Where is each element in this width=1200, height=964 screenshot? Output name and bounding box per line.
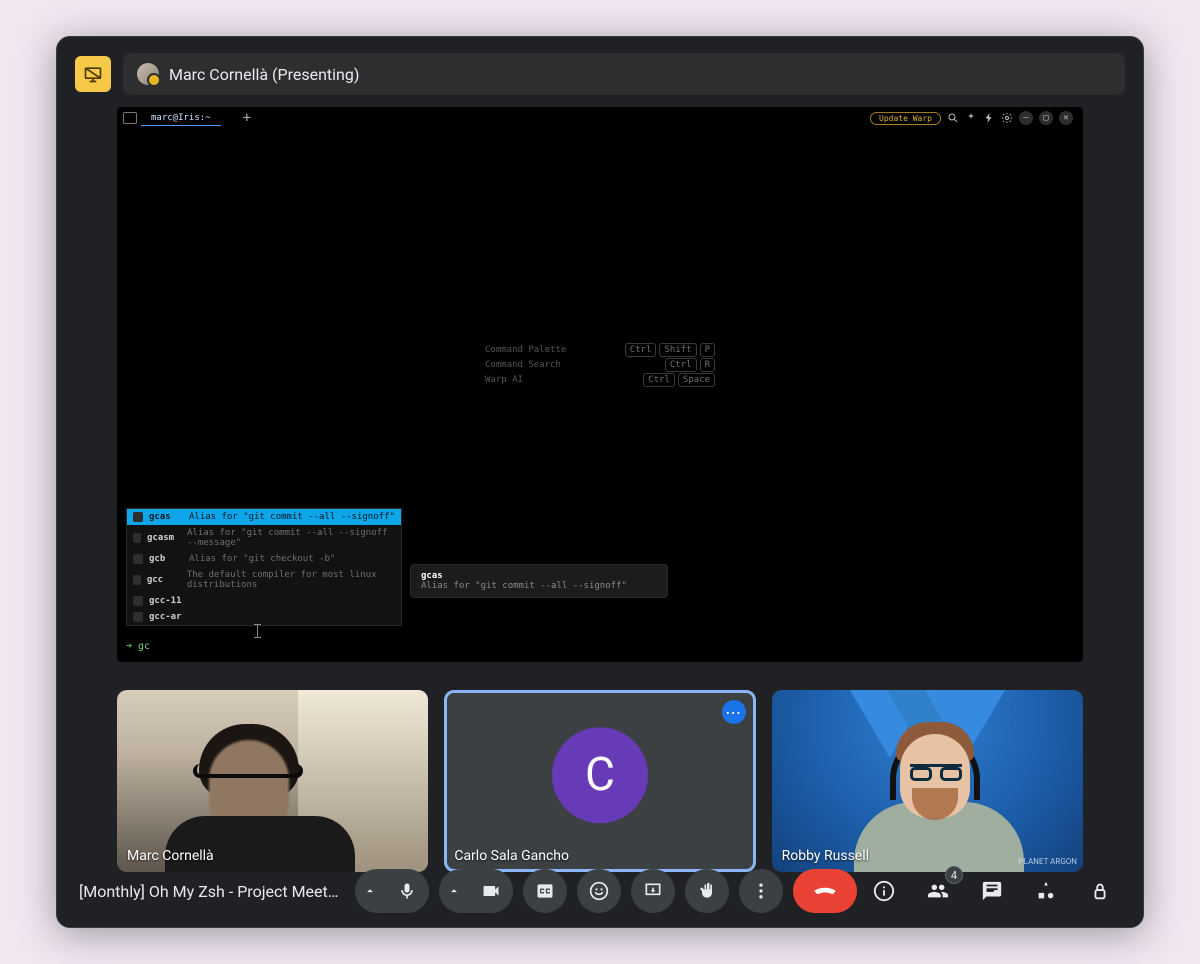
suggestion-item[interactable]: gccThe default compiler for most linux d… <box>127 567 401 593</box>
suggestion-item[interactable]: gcbAlias for "git checkout -b" <box>127 551 401 567</box>
mic-options-button[interactable] <box>355 869 385 913</box>
meet-window: Marc Cornellà (Presenting) marc@Iris:~ +… <box>56 36 1144 928</box>
participant-tile[interactable]: PLANET ARGON Robby Russell <box>772 690 1083 872</box>
terminal-prompt[interactable]: ➜ gc <box>126 641 150 652</box>
presentation-stage: marc@Iris:~ + Update Warp – ▢ ✕ Command … <box>57 107 1143 672</box>
settings-icon[interactable] <box>1001 112 1013 124</box>
participant-avatar: C <box>552 727 648 823</box>
mic-group <box>355 869 429 913</box>
camera-group <box>439 869 513 913</box>
hint-label: Warp AI <box>485 375 523 385</box>
participant-strip: Marc Cornellà ⋯ C Carlo Sala Gancho PLAN… <box>57 672 1143 872</box>
cmd-icon <box>133 612 143 622</box>
update-warp-button[interactable]: Update Warp <box>870 112 941 125</box>
tile-more-button[interactable]: ⋯ <box>722 700 746 724</box>
people-button[interactable]: 4 <box>921 874 955 908</box>
keyboard-hints: Command Palette CtrlShiftP Command Searc… <box>485 340 715 390</box>
suggestion-item[interactable]: gcasAlias for "git commit --all --signof… <box>127 509 401 525</box>
suggestion-tooltip: gcas Alias for "git commit --all --signo… <box>410 564 668 598</box>
suggestion-item[interactable]: gcasmAlias for "git commit --all --signo… <box>127 525 401 551</box>
hint-label: Command Search <box>485 360 561 370</box>
camera-button[interactable] <box>469 869 513 913</box>
presenter-pill[interactable]: Marc Cornellà (Presenting) <box>123 53 1125 95</box>
cmd-icon <box>133 596 143 606</box>
workspace-icon[interactable] <box>123 112 137 124</box>
cmd-icon <box>133 575 141 585</box>
right-tools: 4 <box>867 874 1121 908</box>
suggestion-item[interactable]: gcc-ar <box>127 609 401 625</box>
top-bar: Marc Cornellà (Presenting) <box>57 37 1143 107</box>
cmd-icon <box>133 512 143 522</box>
more-options-button[interactable] <box>739 869 783 913</box>
sparkle-icon[interactable] <box>965 112 977 124</box>
presenter-label: Marc Cornellà (Presenting) <box>169 65 359 84</box>
raise-hand-button[interactable] <box>685 869 729 913</box>
autocomplete-list[interactable]: gcasAlias for "git commit --all --signof… <box>126 508 402 626</box>
shared-terminal: marc@Iris:~ + Update Warp – ▢ ✕ Command … <box>117 107 1083 662</box>
present-screen-icon <box>75 56 111 92</box>
host-controls-button[interactable] <box>1083 874 1117 908</box>
search-icon[interactable] <box>947 112 959 124</box>
suggestion-item[interactable]: gcc-11 <box>127 593 401 609</box>
reactions-button[interactable] <box>577 869 621 913</box>
hint-label: Command Palette <box>485 345 566 355</box>
captions-button[interactable] <box>523 869 567 913</box>
tooltip-title: gcas <box>421 571 657 581</box>
tooltip-desc: Alias for "git commit --all --signoff" <box>421 581 657 591</box>
terminal-tab-strip: marc@Iris:~ + Update Warp – ▢ ✕ <box>117 107 1083 129</box>
new-tab-button[interactable]: + <box>225 113 269 123</box>
cmd-icon <box>133 554 143 564</box>
meeting-title: [Monthly] Oh My Zsh - Project Meet… <box>79 882 345 901</box>
window-close-button[interactable]: ✕ <box>1059 111 1073 125</box>
window-minimize-button[interactable]: – <box>1019 111 1033 125</box>
mic-button[interactable] <box>385 869 429 913</box>
meeting-details-button[interactable] <box>867 874 901 908</box>
prompt-text: gc <box>138 641 150 652</box>
participant-tile[interactable]: Marc Cornellà <box>117 690 428 872</box>
present-button[interactable] <box>631 869 675 913</box>
chat-button[interactable] <box>975 874 1009 908</box>
text-cursor-icon <box>257 624 258 638</box>
camera-options-button[interactable] <box>439 869 469 913</box>
participant-count-badge: 4 <box>945 866 963 884</box>
tab-title: marc@Iris:~ <box>151 113 211 123</box>
control-bar: [Monthly] Oh My Zsh - Project Meet… 4 <box>57 855 1143 927</box>
participant-tile[interactable]: ⋯ C Carlo Sala Gancho <box>444 690 755 872</box>
activities-button[interactable] <box>1029 874 1063 908</box>
terminal-tab[interactable]: marc@Iris:~ <box>141 111 221 126</box>
bolt-icon[interactable] <box>983 112 995 124</box>
cmd-icon <box>133 533 141 543</box>
presenter-avatar <box>137 63 159 85</box>
leave-call-button[interactable] <box>793 869 857 913</box>
window-maximize-button[interactable]: ▢ <box>1039 111 1053 125</box>
